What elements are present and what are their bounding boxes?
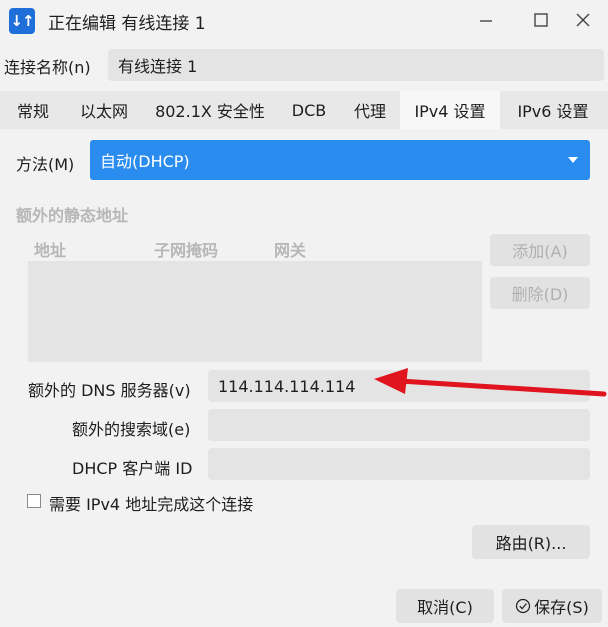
save-check-icon [516, 598, 531, 614]
column-netmask: 子网掩码 [154, 241, 219, 260]
maximize-button[interactable] [525, 4, 557, 36]
dhcp-client-id-input[interactable] [208, 448, 590, 480]
save-button[interactable]: 保存(S) [502, 589, 602, 623]
minimize-icon [480, 20, 492, 22]
tab-ipv4-settings[interactable]: IPv4 设置 [400, 91, 500, 129]
connection-name-input[interactable]: 有线连接 1 [108, 49, 604, 81]
require-ipv4-checkbox[interactable] [27, 494, 41, 508]
minimize-button[interactable] [470, 4, 502, 36]
maximize-icon [534, 13, 548, 27]
delete-address-button[interactable]: 删除(D) [490, 277, 590, 309]
method-label: 方法(M) [16, 155, 75, 174]
tab-ethernet[interactable]: 以太网 [66, 91, 142, 129]
column-address: 地址 [34, 241, 67, 260]
tab-proxy[interactable]: 代理 [340, 91, 400, 129]
search-domains-input[interactable] [208, 409, 590, 441]
method-dropdown[interactable]: 自动(DHCP) [90, 140, 590, 180]
window-title: 正在编辑 有线连接 1 [48, 14, 206, 34]
tab-dcb[interactable]: DCB [278, 91, 340, 129]
search-domains-label: 额外的搜索域(e) [72, 420, 191, 439]
add-address-button[interactable]: 添加(A) [490, 234, 590, 266]
connection-name-label: 连接名称(n) [4, 58, 91, 77]
tab-ipv6-settings[interactable]: IPv6 设置 [500, 91, 606, 129]
annotation-arrow [374, 368, 607, 397]
close-button[interactable] [567, 4, 599, 36]
tab-general[interactable]: 常规 [0, 91, 66, 129]
network-app-icon: ↓↑ [9, 8, 35, 34]
tab-8021x-security[interactable]: 802.1X 安全性 [142, 91, 278, 129]
dhcp-client-id-label: DHCP 客户端 ID [72, 459, 193, 478]
save-button-label: 保存(S) [534, 598, 589, 617]
method-selected-value: 自动(DHCP) [100, 152, 190, 171]
close-icon [576, 13, 590, 27]
require-ipv4-label[interactable]: 需要 IPv4 地址完成这个连接 [49, 491, 253, 515]
dropdown-caret-icon [568, 157, 578, 163]
dns-servers-label: 额外的 DNS 服务器(v) [28, 381, 191, 400]
cancel-button[interactable]: 取消(C) [396, 589, 494, 623]
static-addresses-title: 额外的静态地址 [16, 206, 129, 225]
routes-button[interactable]: 路由(R)... [472, 525, 590, 559]
column-gateway: 网关 [274, 241, 307, 260]
static-address-table[interactable] [28, 261, 482, 362]
